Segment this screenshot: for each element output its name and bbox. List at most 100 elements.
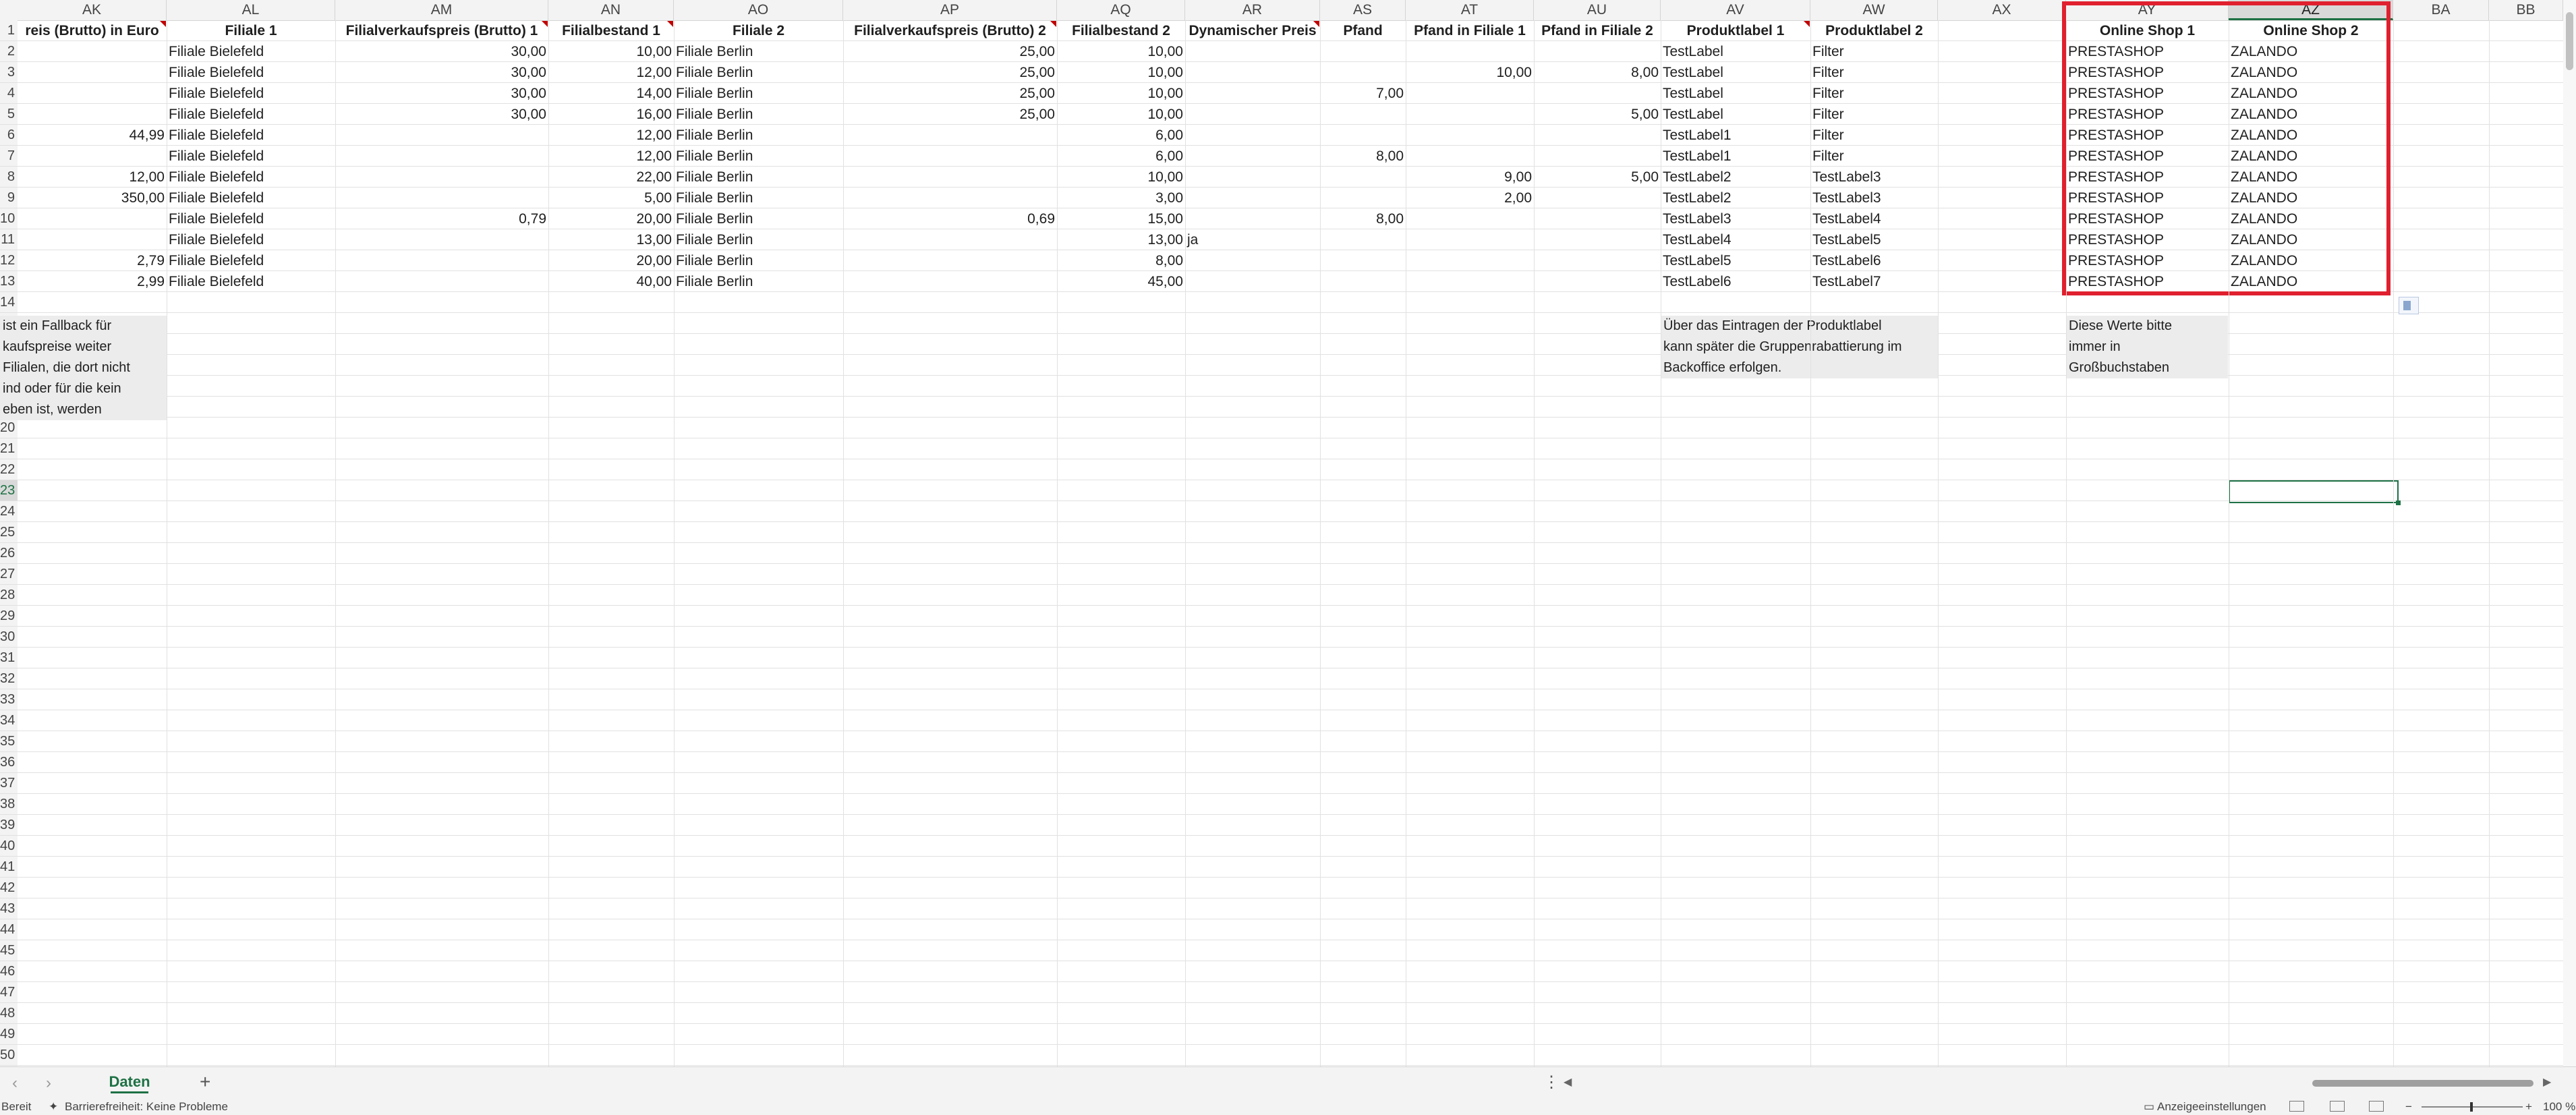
table-cell[interactable]: Filiale Bielefeld [167,83,335,104]
table-cell[interactable]: 10,00 [1057,104,1185,125]
table-cell[interactable]: 6,00 [1057,125,1185,146]
row-header[interactable]: 44 [0,919,18,940]
table-cell[interactable]: TestLabel3 [1661,208,1810,229]
table-cell[interactable]: 25,00 [843,41,1057,62]
table-cell[interactable]: 16,00 [548,104,674,125]
row-header[interactable]: 46 [0,961,18,982]
column-header[interactable]: AS [1320,0,1406,20]
row-header[interactable]: 3 [0,62,18,83]
comment-indicator[interactable] [542,21,548,27]
table-cell[interactable] [2489,167,2563,188]
table-cell[interactable]: ZALANDO [2229,250,2393,271]
table-cell[interactable] [2489,41,2563,62]
table-cell[interactable] [2393,229,2489,250]
row-header[interactable]: 11 [0,229,18,250]
table-cell[interactable]: 8,00 [1320,146,1406,167]
vertical-scroll-thumb[interactable] [2566,12,2573,70]
table-cell[interactable] [843,271,1057,292]
table-cell[interactable] [335,188,548,208]
column-header[interactable]: AN [548,0,674,20]
table-cell[interactable] [2489,62,2563,83]
table-cell[interactable]: TestLabel [1661,62,1810,83]
table-cell[interactable]: ZALANDO [2229,62,2393,83]
table-cell[interactable]: 22,00 [548,167,674,188]
table-cell[interactable]: Filiale Berlin [674,83,843,104]
table-cell[interactable]: Filter [1810,62,1938,83]
table-cell[interactable]: 20,00 [548,250,674,271]
table-cell[interactable]: 10,00 [1057,83,1185,104]
column-header[interactable]: BA [2393,0,2489,20]
row-header[interactable]: 41 [0,857,18,878]
row-header[interactable]: 13 [0,271,18,292]
row-header[interactable]: 37 [0,773,18,794]
table-cell[interactable] [2393,83,2489,104]
table-cell[interactable] [1534,146,1661,167]
tab-options-icon[interactable]: ⋮ [1543,1073,1559,1092]
table-cell[interactable]: Filiale Berlin [674,229,843,250]
table-cell[interactable]: TestLabel2 [1661,188,1810,208]
column-header[interactable]: AV [1661,0,1810,20]
row-header[interactable]: 32 [0,668,18,689]
table-cell[interactable]: Filiale Bielefeld [167,229,335,250]
vertical-scrollbar[interactable] [2563,0,2576,1066]
table-cell[interactable] [1185,188,1320,208]
row-header[interactable]: 6 [0,125,18,146]
table-cell[interactable] [843,167,1057,188]
table-cell[interactable]: Filiale Berlin [674,62,843,83]
table-cell[interactable]: ZALANDO [2229,125,2393,146]
table-cell[interactable] [1938,83,2066,104]
table-cell[interactable] [2393,146,2489,167]
table-cell[interactable]: TestLabel5 [1661,250,1810,271]
row-header[interactable]: 4 [0,83,18,104]
table-cell[interactable] [1534,271,1661,292]
row-header[interactable]: 45 [0,940,18,961]
comment-indicator[interactable] [1313,21,1319,27]
row-header[interactable]: 31 [0,648,18,668]
table-cell[interactable]: PRESTASHOP [2066,146,2229,167]
table-cell[interactable] [18,62,167,83]
page-layout-view-icon[interactable] [2330,1101,2345,1112]
row-header[interactable]: 48 [0,1003,18,1024]
table-cell[interactable]: ZALANDO [2229,83,2393,104]
table-cell[interactable]: TestLabel1 [1661,125,1810,146]
table-cell[interactable]: Filiale Berlin [674,271,843,292]
row-header[interactable]: 1 [0,20,18,41]
table-cell[interactable] [1320,62,1406,83]
normal-view-icon[interactable] [2289,1101,2304,1112]
table-cell[interactable] [2489,125,2563,146]
header-cell[interactable]: Filialbestand 1 [548,20,674,41]
table-cell[interactable]: 44,99 [18,125,167,146]
table-cell[interactable] [18,83,167,104]
table-cell[interactable] [18,146,167,167]
row-header[interactable]: 28 [0,585,18,606]
column-header[interactable]: AT [1406,0,1534,20]
table-cell[interactable]: 5,00 [1534,167,1661,188]
table-cell[interactable]: 15,00 [1057,208,1185,229]
table-cell[interactable]: 12,00 [548,146,674,167]
table-cell[interactable] [1938,125,2066,146]
display-settings-icon[interactable]: ▭ [2144,1100,2154,1114]
table-cell[interactable]: TestLabel7 [1810,271,1938,292]
fill-handle[interactable] [2396,501,2401,505]
comment-indicator[interactable] [1050,21,1056,27]
row-header[interactable]: 2 [0,41,18,62]
table-cell[interactable]: 12,00 [18,167,167,188]
table-cell[interactable]: 9,00 [1406,167,1534,188]
page-break-view-icon[interactable] [2369,1101,2384,1112]
column-header[interactable]: AU [1534,0,1661,20]
horizontal-scroll-thumb[interactable] [2312,1080,2534,1087]
table-cell[interactable]: Filiale Bielefeld [167,62,335,83]
table-cell[interactable] [2393,208,2489,229]
column-header[interactable]: AQ [1057,0,1185,20]
row-header[interactable]: 33 [0,689,18,710]
table-cell[interactable]: Filiale Bielefeld [167,104,335,125]
table-cell[interactable] [335,125,548,146]
table-cell[interactable]: Filter [1810,146,1938,167]
table-cell[interactable]: PRESTASHOP [2066,83,2229,104]
table-cell[interactable] [1185,83,1320,104]
table-cell[interactable] [1406,229,1534,250]
row-header[interactable]: 24 [0,501,18,522]
column-header[interactable]: AO [674,0,843,20]
table-cell[interactable]: Filiale Bielefeld [167,146,335,167]
table-cell[interactable]: ZALANDO [2229,146,2393,167]
